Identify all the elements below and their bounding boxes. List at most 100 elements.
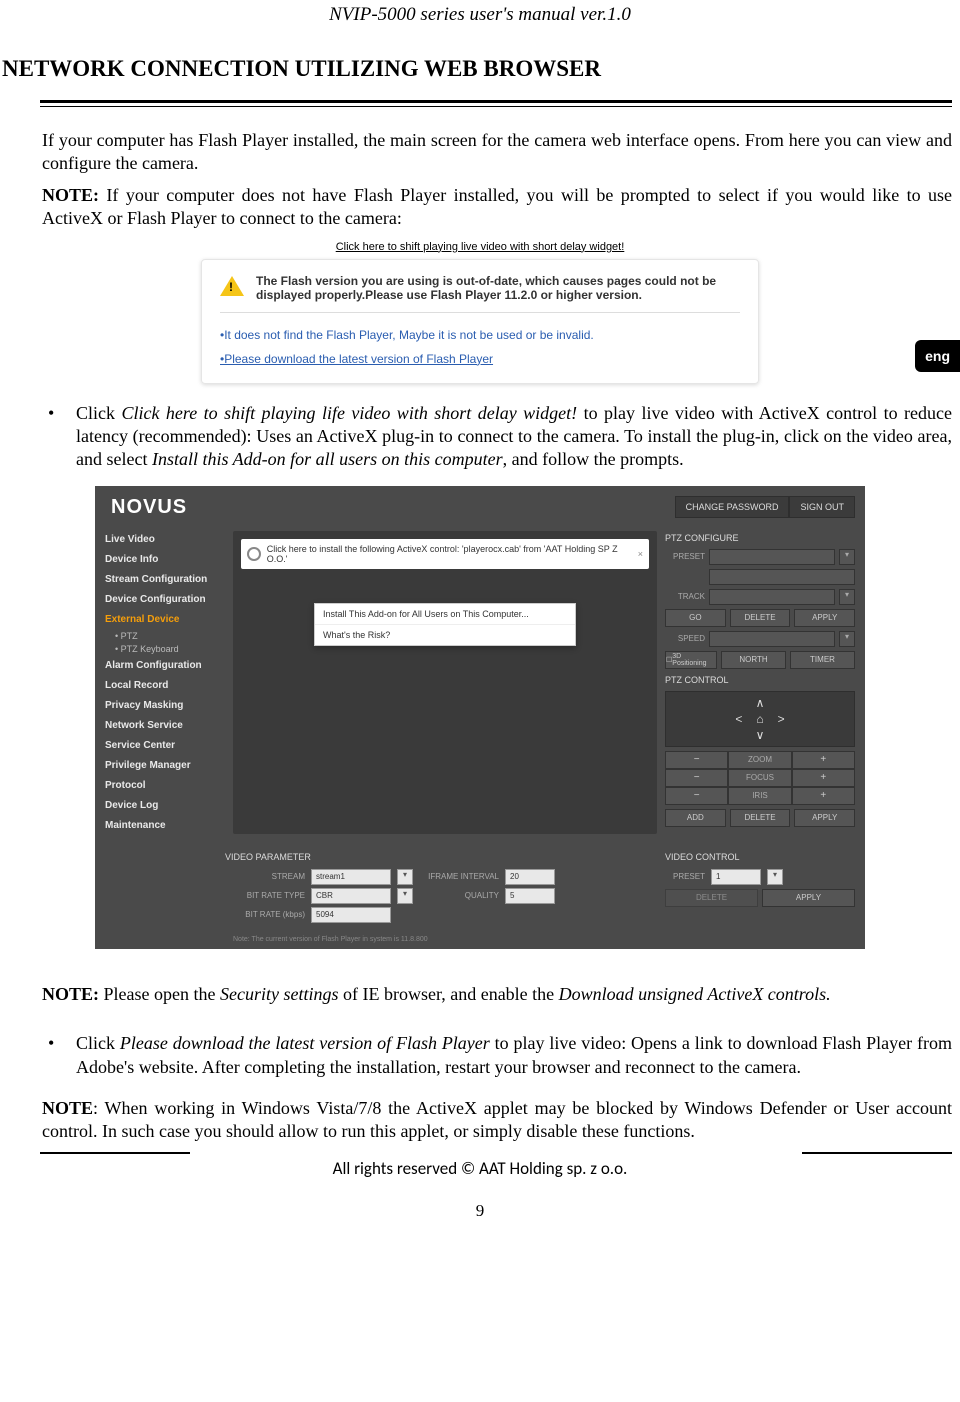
focus-plus[interactable]: + [792, 769, 855, 787]
bullet1-text: Click Click here to shift playing life v… [76, 402, 952, 472]
dropdown-icon[interactable]: ▾ [839, 549, 855, 565]
flash-warning-box: The Flash version you are using is out-o… [201, 259, 759, 384]
sidebar-item[interactable]: Device Configuration [105, 591, 225, 608]
apply-button2[interactable]: APPLY [794, 809, 855, 827]
delete-button2[interactable]: DELETE [730, 809, 791, 827]
3d-positioning-checkbox[interactable]: ☐ 3D Positioning [665, 651, 717, 669]
ptz-home-icon[interactable]: ⌂ [756, 712, 763, 726]
zoom-plus[interactable]: + [792, 751, 855, 769]
go-button[interactable]: GO [665, 609, 726, 627]
sidebar-subitem[interactable]: • PTZ [105, 631, 225, 641]
cam-footnote: Note: The current version of Flash Playe… [95, 936, 865, 949]
sidebar-item[interactable]: Maintenance [105, 817, 225, 834]
copyright: All rights reserved © AAT Holding sp. z … [0, 1154, 960, 1201]
track-input[interactable] [709, 589, 835, 605]
change-password-button[interactable]: CHANGE PASSWORD [675, 496, 790, 518]
vc-delete-button[interactable]: DELETE [665, 889, 758, 907]
zoom-minus[interactable]: − [665, 751, 728, 769]
vc-preset-input[interactable]: 1 [711, 869, 761, 885]
apply-button[interactable]: APPLY [794, 609, 855, 627]
vc-preset-label: PRESET [665, 872, 705, 881]
ptz-pad: ∧ < ⌂ > ∨ [665, 691, 855, 747]
sidebar-item[interactable]: Device Info [105, 551, 225, 568]
video-parameter-title: VIDEO PARAMETER [225, 848, 657, 866]
ptz-right-icon[interactable]: > [778, 712, 785, 726]
shift-widget-caption[interactable]: Click here to shift playing live video w… [0, 241, 960, 253]
sidebar-item[interactable]: Network Service [105, 717, 225, 734]
preset-input[interactable] [709, 549, 835, 565]
preset-label: PRESET [665, 552, 705, 561]
dropdown-icon[interactable]: ▾ [767, 869, 783, 885]
section-title: NETWORK CONNECTION UTILIZING WEB BROWSER [0, 56, 960, 100]
sidebar-item[interactable]: Local Record [105, 677, 225, 694]
bitrate-label: BIT RATE (kbps) [225, 910, 305, 919]
sidebar-item[interactable]: Service Center [105, 737, 225, 754]
sidebar-subitem[interactable]: • PTZ Keyboard [105, 644, 225, 654]
activex-install-bar[interactable]: Click here to install the following Acti… [241, 539, 649, 569]
bullet2-text: Click Please download the latest version… [76, 1032, 952, 1079]
sidebar-item[interactable]: Protocol [105, 777, 225, 794]
timer-button[interactable]: TIMER [790, 651, 855, 669]
bitrate-type-select[interactable]: CBR [311, 888, 391, 904]
doc-header: NVIP-5000 series user's manual ver.1.0 [0, 0, 960, 56]
preset-name-input[interactable] [709, 569, 855, 585]
popup-risk-option[interactable]: What's the Risk? [315, 625, 575, 645]
iris-minus[interactable]: − [665, 787, 728, 805]
delete-button[interactable]: DELETE [730, 609, 791, 627]
zoom-focus-iris-grid: −ZOOM+ −FOCUS+ −IRIS+ [665, 751, 855, 805]
dropdown-icon[interactable]: ▾ [397, 869, 413, 885]
page-number: 9 [0, 1201, 960, 1221]
bitrate-type-label: BIT RATE TYPE [225, 891, 305, 900]
speed-input[interactable] [709, 631, 835, 647]
sign-out-button[interactable]: SIGN OUT [789, 496, 855, 518]
ptz-down-icon[interactable]: ∨ [756, 728, 765, 742]
flash-warning-text: The Flash version you are using is out-o… [256, 274, 740, 302]
sidebar-item-selected[interactable]: External Device [105, 611, 225, 628]
note1-text: If your computer does not have Flash Pla… [42, 185, 952, 228]
ptz-configure-title: PTZ CONFIGURE [665, 531, 855, 545]
install-popup: Install This Add-on for All Users on Thi… [314, 603, 576, 646]
quality-input[interactable]: 5 [505, 888, 555, 904]
north-button[interactable]: NORTH [721, 651, 786, 669]
speed-label: SPEED [665, 634, 705, 643]
sidebar-item[interactable]: Alarm Configuration [105, 657, 225, 674]
novus-logo: NOVUS [105, 496, 187, 519]
quality-label: QUALITY [419, 891, 499, 900]
note1: NOTE: If your computer does not have Fla… [42, 184, 952, 231]
sidebar-item[interactable]: Live Video [105, 531, 225, 548]
ptz-control-title: PTZ CONTROL [665, 673, 855, 687]
close-icon[interactable]: × [638, 549, 643, 559]
sidebar-item[interactable]: Privilege Manager [105, 757, 225, 774]
dropdown-icon[interactable]: ▾ [839, 589, 855, 605]
iris-plus[interactable]: + [792, 787, 855, 805]
iframe-input[interactable]: 20 [505, 869, 555, 885]
sidebar-item[interactable]: Device Log [105, 797, 225, 814]
cam-video-area[interactable]: Click here to install the following Acti… [233, 531, 657, 834]
ptz-up-icon[interactable]: ∧ [756, 696, 765, 710]
focus-minus[interactable]: − [665, 769, 728, 787]
flash-link-notfound: •It does not find the Flash Player, Mayb… [220, 323, 740, 347]
ptz-left-icon[interactable]: < [735, 712, 742, 726]
double-rule [40, 100, 952, 107]
cam-sidebar: Live Video Device Info Stream Configurat… [105, 531, 225, 834]
stream-label: STREAM [225, 872, 305, 881]
sidebar-item[interactable]: Stream Configuration [105, 571, 225, 588]
camera-ui-screenshot: NOVUS CHANGE PASSWORD SIGN OUT Live Vide… [95, 486, 865, 949]
dropdown-icon[interactable]: ▾ [839, 631, 855, 647]
flash-link-download[interactable]: •Please download the latest version of F… [220, 347, 740, 371]
warning-icon [220, 276, 244, 296]
info-icon [247, 547, 261, 561]
iframe-label: IFRAME INTERVAL [419, 872, 499, 881]
vc-apply-button[interactable]: APPLY [762, 889, 855, 907]
track-label: TRACK [665, 592, 705, 601]
dropdown-icon[interactable]: ▾ [397, 888, 413, 904]
sidebar-item[interactable]: Privacy Masking [105, 697, 225, 714]
stream-select[interactable]: stream1 [311, 869, 391, 885]
note2: NOTE: Please open the Security settings … [42, 983, 952, 1006]
bullet-icon: • [48, 402, 76, 472]
add-button[interactable]: ADD [665, 809, 726, 827]
bitrate-input[interactable]: 5094 [311, 907, 391, 923]
popup-install-option[interactable]: Install This Add-on for All Users on Thi… [315, 604, 575, 625]
note3: NOTE: When working in Windows Vista/7/8 … [42, 1097, 952, 1144]
language-tab: eng [915, 340, 960, 372]
